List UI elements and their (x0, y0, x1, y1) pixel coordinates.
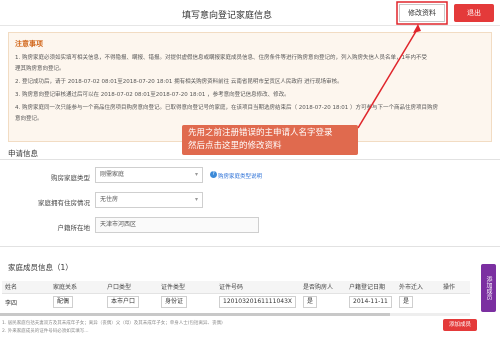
id-type-select[interactable]: 身份证 (161, 296, 188, 309)
add-member-button[interactable]: 添加成员 (443, 319, 477, 331)
footnote: 1. 居民家庭包括夫妻双方及其未成年子女；离异（丧偶）父（母）及其未成年子女；单… (2, 321, 223, 326)
callout-line: 先用之前注册错误的主申请人名字登录 (188, 128, 333, 138)
divider (0, 246, 500, 247)
hukou-type-select[interactable]: 本市户口 (107, 296, 140, 309)
notice-title: 注意事项 (15, 40, 43, 48)
footnote: 2. 外来家庭成员的证件号码必须如实填写... (2, 329, 89, 334)
housing-select[interactable]: 无住房 ▾ (95, 192, 203, 208)
purchase-type-help-link[interactable]: 购房家庭类型说明 (218, 172, 262, 180)
section-title-members: 家庭成员信息（1） (8, 263, 73, 272)
notice-line: 2. 登记成功后，请于 2018-07-02 08:01至2018-07-20 … (15, 79, 343, 85)
notice-line: 3. 购房意向登记审核通过后可以在 2018-07-02 08:01至2018-… (15, 92, 290, 98)
side-add-member-button[interactable]: 添加成员 (481, 264, 496, 312)
notice-line: 1. 购房家庭必须如实填写相关信息，不得隐报、瞒报、错报。对提供虚假信息或瞒报家… (15, 55, 428, 61)
registration-date-field[interactable]: 2014-11-11 (349, 296, 392, 309)
purchase-type-label: 购房家庭类型 (51, 174, 90, 182)
chevron-down-icon: ▾ (194, 196, 198, 203)
column-header: 户口类型 (104, 281, 158, 294)
members-table: 姓名 家庭关系 户口类型 证件类型 证件号码 是否购房人 户籍登记日期 外市迁入… (2, 281, 470, 311)
purchase-type-value: 刚需家庭 (100, 171, 125, 178)
housing-label: 家庭拥有住房情况 (38, 199, 90, 207)
member-name: 李四 (5, 299, 18, 307)
notice-line: 理其购房意向登记。 (15, 66, 65, 72)
moved-in-select[interactable]: 是 (399, 296, 414, 309)
edit-profile-button[interactable]: 修改资料 (399, 4, 445, 22)
is-buyer-select[interactable]: 是 (303, 296, 318, 309)
notice-line: 意向登记。 (15, 116, 43, 122)
section-title-application: 申请信息 (8, 149, 38, 158)
header-bar: 填写意向登记家庭信息 修改资料 退出 (0, 0, 500, 26)
horizontal-scrollbar[interactable] (0, 313, 470, 316)
column-header: 家庭关系 (50, 281, 104, 294)
exit-button[interactable]: 退出 (454, 4, 494, 22)
divider (0, 159, 500, 160)
notice-line: 4. 购房家庭同一次只能参与一个商品住房项目购房意向登记。已取得意向登记号的家庭… (15, 105, 439, 111)
column-header: 操作 (440, 281, 470, 294)
table-row: 李四 配偶 本市户口 身份证 120103201611110​43X 是 201… (2, 293, 470, 311)
annotation-callout: 先用之前注册错误的主申请人名字登录 然后点击这里的修改资料 (182, 125, 358, 155)
scrollbar-thumb[interactable] (0, 313, 390, 316)
column-header: 是否购房人 (300, 281, 346, 294)
column-header: 外市迁入 (396, 281, 440, 294)
hukou-field[interactable]: 天津市河西区 (95, 217, 259, 233)
column-header: 户籍登记日期 (346, 281, 396, 294)
hukou-label: 户籍所在地 (57, 224, 91, 232)
housing-value: 无住房 (100, 196, 119, 203)
relation-select[interactable]: 配偶 (53, 296, 74, 309)
row-actions[interactable] (440, 293, 470, 311)
help-icon[interactable]: ? (210, 171, 217, 178)
chevron-down-icon: ▾ (194, 171, 198, 178)
column-header: 证件号码 (216, 281, 300, 294)
page-title: 填写意向登记家庭信息 (182, 11, 273, 21)
table-header-row: 姓名 家庭关系 户口类型 证件类型 证件号码 是否购房人 户籍登记日期 外市迁入… (2, 281, 470, 294)
column-header: 证件类型 (158, 281, 216, 294)
id-number-field[interactable]: 120103201611110​43X (219, 296, 297, 309)
purchase-type-select[interactable]: 刚需家庭 ▾ (95, 167, 203, 183)
callout-line: 然后点击这里的修改资料 (188, 141, 282, 151)
column-header: 姓名 (2, 281, 50, 294)
